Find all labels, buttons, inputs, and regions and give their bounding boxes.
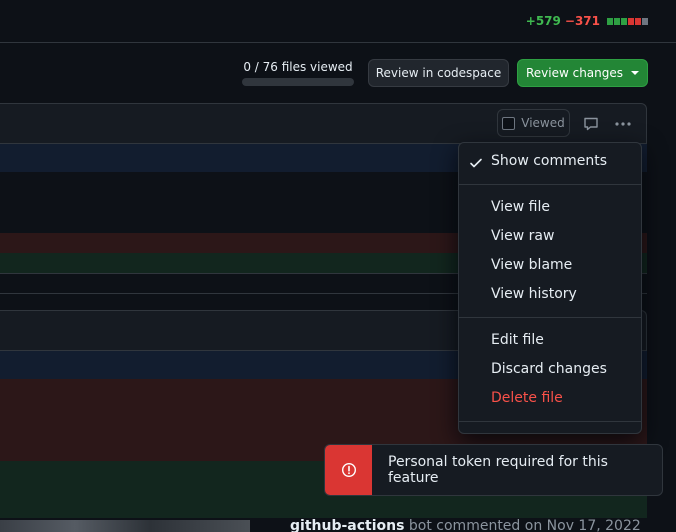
menu-item-view-history[interactable]: View history	[491, 286, 577, 302]
caret-down-icon	[631, 71, 640, 75]
comment-header: github-actions bot commented on Nov 17, …	[290, 518, 641, 532]
diffstat-blocks	[607, 17, 648, 25]
checkbox-icon	[502, 116, 516, 130]
viewed-checkbox[interactable]: Viewed	[497, 109, 570, 137]
files-viewed-progress: 0 / 76 files viewed	[242, 60, 354, 86]
review-in-codespace-button[interactable]: Review in codespace	[368, 59, 509, 87]
bot-badge: bot	[408, 518, 432, 532]
image-preview	[0, 520, 250, 532]
menu-item-view-file[interactable]: View file	[491, 199, 550, 215]
error-toast: Personal token required for this feature	[324, 444, 663, 496]
progress-bar	[242, 78, 354, 86]
additions-count: +579	[525, 14, 561, 28]
toast-message: Personal token required for this feature	[388, 454, 608, 486]
diffstat-block	[607, 17, 613, 25]
menu-item-show-comments[interactable]: Show comments	[491, 153, 607, 169]
menu-item-delete-file[interactable]: Delete file	[491, 390, 563, 406]
menu-divider	[459, 184, 641, 185]
menu-divider	[459, 317, 641, 318]
file-options-menu: Show comments View file View raw View bl…	[458, 142, 642, 434]
divider	[0, 42, 676, 43]
diffstat-block	[614, 17, 620, 25]
menu-item-discard-changes[interactable]: Discard changes	[491, 361, 607, 377]
kebab-horizontal-icon	[615, 122, 631, 126]
comment-icon	[584, 117, 598, 131]
comment-meta: commented on Nov 17, 2022	[436, 518, 641, 532]
review-changes-button[interactable]: Review changes	[517, 59, 648, 87]
toast-icon-area	[325, 445, 372, 495]
menu-item-view-raw[interactable]: View raw	[491, 228, 554, 244]
diffstat-block	[628, 17, 634, 25]
menu-divider	[459, 421, 641, 422]
alert-circle-icon	[341, 462, 356, 478]
diffstat-block	[635, 17, 641, 25]
menu-item-edit-file[interactable]: Edit file	[491, 332, 544, 348]
diffstat: +579 −371	[526, 14, 648, 28]
diffstat-block	[621, 17, 627, 25]
viewed-label: Viewed	[521, 116, 565, 130]
check-icon	[470, 158, 482, 168]
review-changes-label: Review changes	[525, 66, 624, 80]
menu-item-view-blame[interactable]: View blame	[491, 257, 572, 273]
comment-author[interactable]: github-actions	[290, 518, 404, 532]
comment-toggle-button[interactable]	[580, 113, 602, 135]
diffstat-block	[642, 17, 648, 25]
review-in-codespace-label: Review in codespace	[375, 66, 502, 80]
deletions-count: −371	[564, 14, 600, 28]
more-options-button[interactable]	[610, 113, 636, 135]
files-viewed-label: 0 / 76 files viewed	[243, 60, 353, 74]
